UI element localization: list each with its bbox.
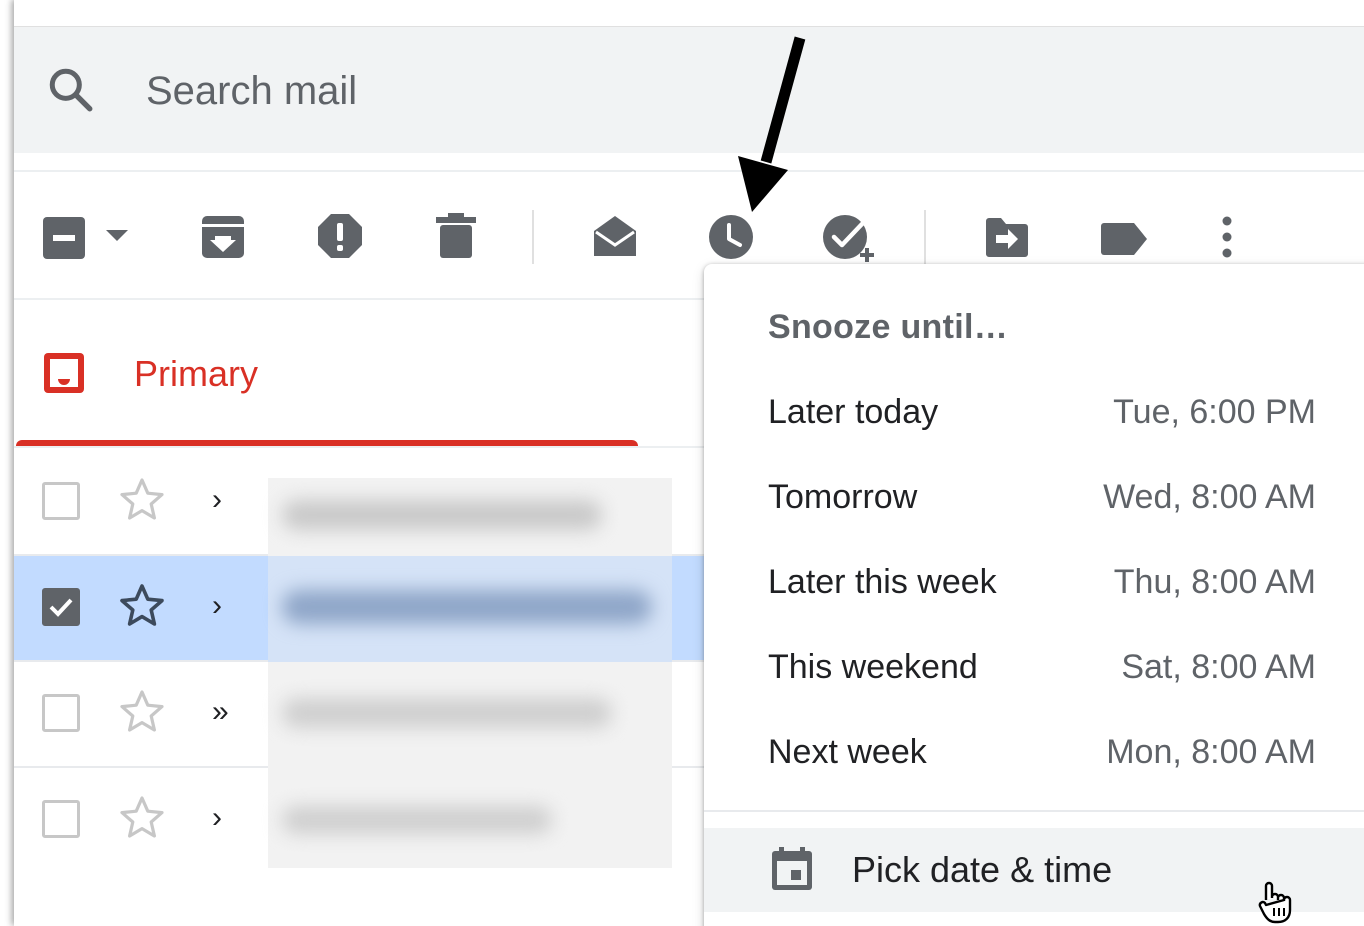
more-options-icon[interactable] xyxy=(1220,214,1234,260)
importance-marker[interactable]: › xyxy=(212,798,222,838)
importance-marker[interactable]: › xyxy=(212,480,222,520)
delete-icon[interactable] xyxy=(434,212,478,260)
snooze-option-this-weekend[interactable]: This weekend Sat, 8:00 AM xyxy=(704,625,1364,709)
snooze-option-label: Next week xyxy=(768,733,927,771)
redacted-email-content xyxy=(268,768,672,868)
archive-icon[interactable] xyxy=(200,214,246,260)
snooze-option-time: Sat, 8:00 AM xyxy=(1121,648,1316,686)
snooze-menu-title: Snooze until… xyxy=(768,308,1008,346)
mark-as-read-icon[interactable] xyxy=(592,214,638,258)
row-checkbox[interactable] xyxy=(42,482,80,520)
add-to-tasks-icon[interactable] xyxy=(822,212,878,264)
label-icon[interactable] xyxy=(1100,222,1148,256)
snooze-option-time: Tue, 6:00 PM xyxy=(1113,393,1316,431)
annotation-arrow-icon xyxy=(738,36,806,212)
snooze-option-time: Wed, 8:00 AM xyxy=(1103,478,1316,516)
pick-date-time-label: Pick date & time xyxy=(852,849,1113,890)
importance-marker[interactable]: » xyxy=(212,692,229,732)
snooze-clock-icon[interactable] xyxy=(708,214,754,260)
snooze-option-time: Thu, 8:00 AM xyxy=(1113,563,1316,601)
search-icon[interactable] xyxy=(46,65,96,115)
star-icon[interactable] xyxy=(118,688,166,736)
row-checkbox[interactable] xyxy=(42,588,80,626)
search-bar[interactable]: Search mail xyxy=(14,26,1364,153)
redacted-email-content xyxy=(268,478,672,556)
search-input[interactable]: Search mail xyxy=(146,69,357,113)
snooze-option-label: This weekend xyxy=(768,648,978,686)
toolbar-separator xyxy=(924,210,926,264)
snooze-option-time: Mon, 8:00 AM xyxy=(1106,733,1316,771)
hand-cursor-icon xyxy=(1258,881,1292,924)
redacted-email-content xyxy=(268,662,672,768)
divider xyxy=(14,170,1364,172)
star-icon[interactable] xyxy=(118,582,166,630)
snooze-option-later-today[interactable]: Later today Tue, 6:00 PM xyxy=(704,370,1364,454)
snooze-option-label: Tomorrow xyxy=(768,478,918,516)
select-checkbox-icon[interactable] xyxy=(42,216,86,260)
row-checkbox[interactable] xyxy=(42,800,80,838)
divider xyxy=(14,446,704,448)
dropdown-caret-icon[interactable] xyxy=(106,230,128,244)
snooze-option-later-this-week[interactable]: Later this week Thu, 8:00 AM xyxy=(704,540,1364,624)
move-to-icon[interactable] xyxy=(984,216,1030,258)
snooze-option-tomorrow[interactable]: Tomorrow Wed, 8:00 AM xyxy=(704,455,1364,539)
calendar-icon xyxy=(772,847,812,890)
snooze-menu: Snooze until… Later today Tue, 6:00 PM T… xyxy=(704,264,1364,926)
checkmark-icon xyxy=(49,598,73,617)
snooze-option-label: Later this week xyxy=(768,563,997,601)
toolbar-separator xyxy=(532,210,534,264)
report-spam-icon[interactable] xyxy=(316,212,364,260)
tab-primary[interactable]: Primary xyxy=(14,300,704,448)
snooze-option-label: Later today xyxy=(768,393,939,431)
gmail-window: Search mail Primary › › » › Snooze until… xyxy=(14,0,1364,926)
redacted-email-content xyxy=(268,556,672,662)
tab-primary-label: Primary xyxy=(134,353,258,394)
star-icon[interactable] xyxy=(118,794,166,842)
menu-divider xyxy=(704,810,1364,812)
star-icon[interactable] xyxy=(118,476,166,524)
inbox-icon xyxy=(44,353,84,393)
row-checkbox[interactable] xyxy=(42,694,80,732)
importance-marker[interactable]: › xyxy=(212,586,222,626)
snooze-option-next-week[interactable]: Next week Mon, 8:00 AM xyxy=(704,710,1364,794)
